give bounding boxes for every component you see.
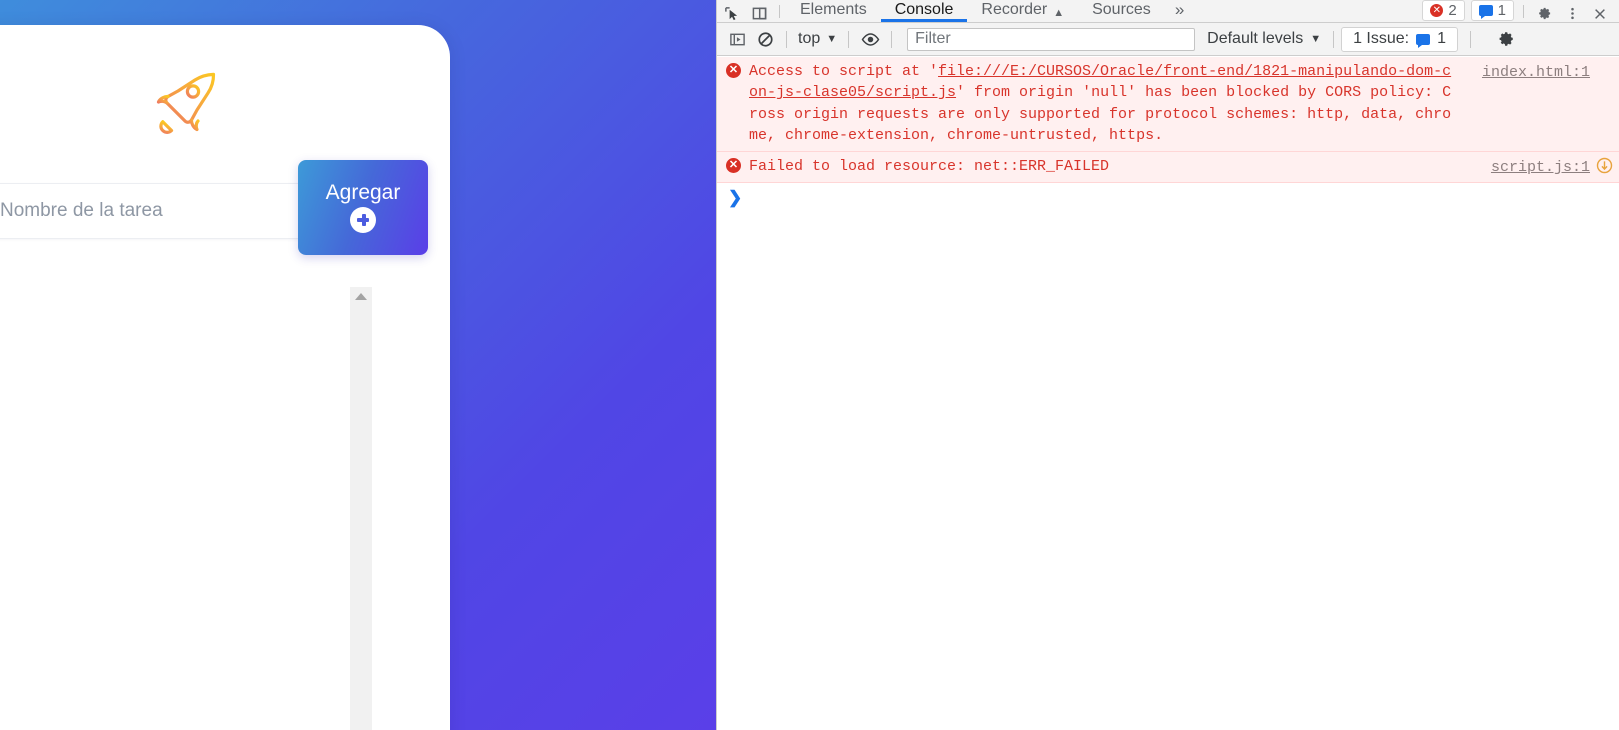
chevron-down-icon: ▼ bbox=[826, 33, 838, 45]
message-count-badge[interactable]: 1 bbox=[1470, 0, 1514, 21]
error-count: 2 bbox=[1448, 2, 1457, 19]
message-source-link[interactable]: script.js:1 bbox=[1491, 157, 1590, 178]
execution-context-selector[interactable]: top ▼ bbox=[794, 30, 841, 48]
tab-sources[interactable]: Sources bbox=[1078, 0, 1165, 22]
scroll-up-arrow-icon[interactable] bbox=[355, 293, 367, 300]
tab-elements-label: Elements bbox=[800, 1, 867, 18]
divider bbox=[779, 5, 780, 18]
console-prompt-arrow-icon[interactable]: ❯ bbox=[728, 189, 742, 206]
execution-context-label: top bbox=[798, 30, 821, 47]
new-task-form: Agregar bbox=[0, 160, 444, 255]
tab-elements[interactable]: Elements bbox=[786, 0, 881, 22]
task-list-scrollbar[interactable] bbox=[350, 287, 372, 730]
tab-sources-label: Sources bbox=[1092, 1, 1151, 18]
error-circle-icon: ✕ bbox=[726, 63, 741, 78]
clear-console-icon[interactable] bbox=[751, 27, 779, 52]
tab-console[interactable]: Console bbox=[881, 0, 968, 22]
devtools-tabbar-right: ✕ 2 1 bbox=[1419, 0, 1619, 22]
more-tabs-icon[interactable]: » bbox=[1165, 0, 1194, 22]
console-filter-input[interactable] bbox=[907, 27, 1196, 51]
error-circle-icon: ✕ bbox=[1430, 4, 1444, 17]
issues-count: 1 bbox=[1437, 30, 1447, 47]
tab-console-label: Console bbox=[894, 1, 954, 18]
plus-circle-icon bbox=[350, 206, 376, 233]
console-prompt-row[interactable]: ❯ bbox=[717, 183, 1619, 211]
log-levels-label: Default levels bbox=[1207, 30, 1304, 47]
task-name-input[interactable] bbox=[0, 183, 342, 239]
issue-message-icon bbox=[1416, 33, 1431, 48]
message-icon bbox=[1478, 5, 1493, 19]
divider bbox=[891, 30, 893, 48]
tab-recorder-label: Recorder bbox=[981, 1, 1048, 18]
gear-icon[interactable] bbox=[1530, 0, 1558, 22]
tab-recorder[interactable]: Recorder ▲ bbox=[967, 0, 1078, 22]
gear-icon[interactable] bbox=[1492, 27, 1520, 52]
reveal-in-network-icon[interactable] bbox=[1596, 157, 1613, 174]
console-sidebar-icon[interactable] bbox=[723, 27, 751, 52]
divider bbox=[786, 30, 787, 48]
task-card: Agregar bbox=[0, 25, 450, 730]
live-expressions-eye-icon[interactable] bbox=[856, 27, 884, 52]
webpage-viewport: Agregar bbox=[0, 0, 716, 730]
devtools-panel: Elements Console Recorder ▲ Sources » ✕ … bbox=[716, 0, 1619, 730]
inspect-element-icon[interactable] bbox=[717, 0, 745, 22]
divider bbox=[1333, 30, 1335, 48]
divider bbox=[848, 30, 850, 48]
error-count-badge[interactable]: ✕ 2 bbox=[1422, 0, 1465, 21]
console-toolbar: top ▼ Default levels ▼ 1 Issue: 1 bbox=[717, 23, 1619, 56]
rocket-icon bbox=[145, 61, 225, 141]
devtools-tabbar: Elements Console Recorder ▲ Sources » ✕ … bbox=[717, 0, 1619, 23]
device-toolbar-icon[interactable] bbox=[745, 0, 773, 22]
log-levels-selector[interactable]: Default levels ▼ bbox=[1207, 30, 1321, 48]
issues-label: 1 Issue: bbox=[1353, 30, 1410, 47]
message-prefix: Access to script at ' bbox=[749, 63, 939, 80]
divider bbox=[1523, 5, 1524, 18]
error-circle-icon: ✕ bbox=[726, 158, 741, 174]
add-task-button[interactable]: Agregar bbox=[298, 160, 428, 255]
message-count: 1 bbox=[1497, 2, 1506, 19]
console-message-text: Failed to load resource: net::ERR_FAILED bbox=[749, 158, 1110, 176]
console-message-row[interactable]: ✕ Failed to load resource: net::ERR_FAIL… bbox=[717, 152, 1619, 184]
add-task-button-label: Agregar bbox=[325, 181, 401, 205]
issues-button[interactable]: 1 Issue: 1 bbox=[1341, 26, 1459, 52]
divider bbox=[1470, 30, 1472, 48]
chevron-down-icon: ▼ bbox=[1310, 33, 1322, 45]
console-message-list[interactable]: ✕ Access to script at 'file:///E:/CURSOS… bbox=[717, 57, 1619, 730]
kebab-menu-icon[interactable] bbox=[1558, 0, 1586, 22]
message-source-link[interactable]: index.html:1 bbox=[1482, 62, 1590, 83]
close-icon[interactable] bbox=[1586, 0, 1614, 22]
triangle-up-icon: ▲ bbox=[1053, 7, 1065, 19]
console-message-row[interactable]: ✕ Access to script at 'file:///E:/CURSOS… bbox=[717, 57, 1619, 153]
